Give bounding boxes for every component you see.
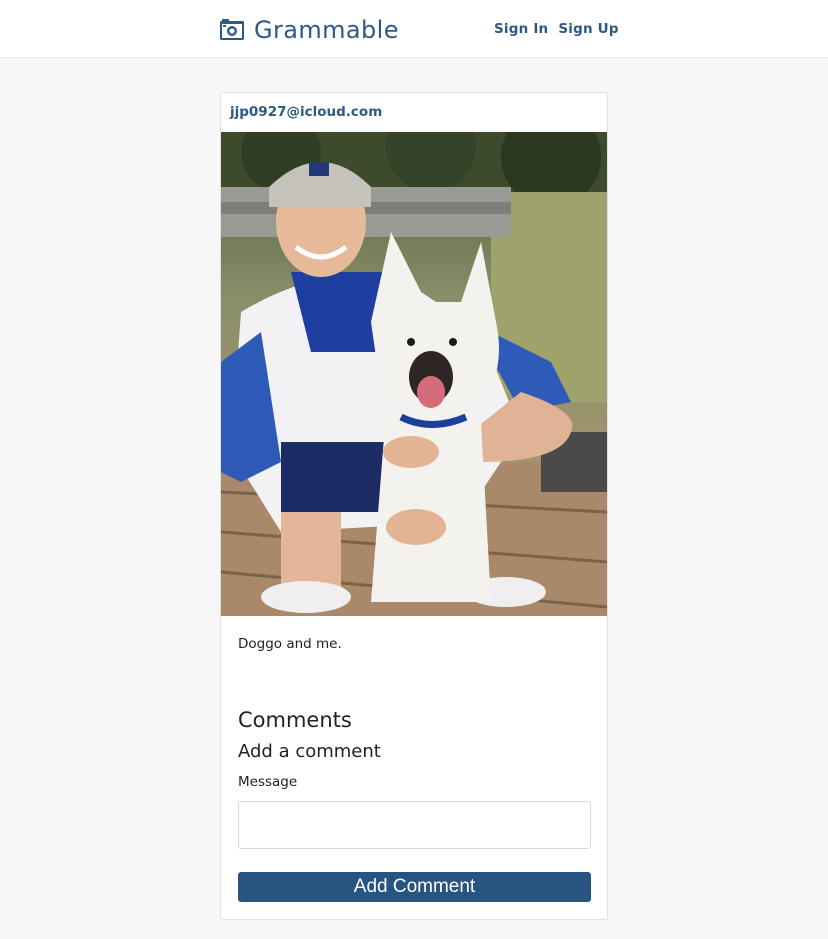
- brand-name: Grammable: [254, 16, 399, 44]
- post-photo-image: [221, 132, 607, 616]
- camera-icon: [220, 19, 244, 40]
- header-nav: Sign In Sign Up: [494, 21, 619, 37]
- sign-up-link[interactable]: Sign Up: [558, 21, 618, 37]
- post-photo: [221, 132, 607, 616]
- message-input[interactable]: [238, 801, 591, 849]
- comments-heading: Comments: [238, 708, 352, 732]
- post-card: jjp0927@icloud.com Doggo and me. Comment…: [220, 92, 608, 920]
- sign-in-link[interactable]: Sign In: [494, 21, 548, 37]
- post-author-email: jjp0927@icloud.com: [230, 104, 383, 120]
- message-label: Message: [238, 774, 298, 790]
- add-comment-button[interactable]: Add Comment: [238, 872, 591, 902]
- brand-link[interactable]: Grammable: [219, 14, 399, 46]
- post-caption: Doggo and me.: [238, 636, 342, 652]
- add-comment-heading: Add a comment: [238, 741, 381, 762]
- site-header: Grammable Sign In Sign Up: [0, 0, 828, 58]
